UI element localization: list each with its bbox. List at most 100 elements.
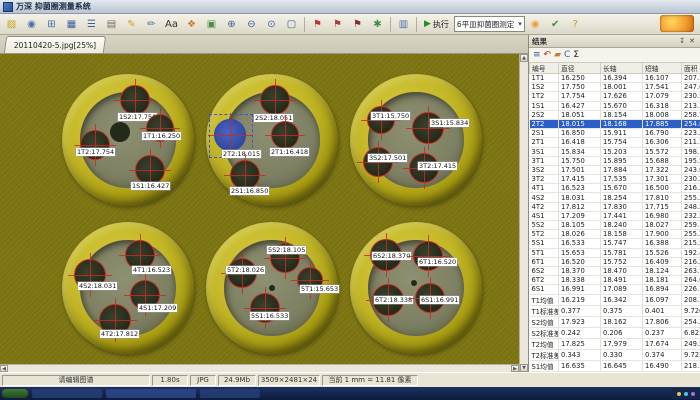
- table-row[interactable]: 4T116.52315.67016.500216.2288: [530, 184, 700, 193]
- system-icon[interactable]: [3, 2, 13, 12]
- zone-label: 4S1:17.209: [138, 304, 177, 312]
- column-header[interactable]: 面积: [682, 63, 700, 74]
- copy-icon[interactable]: ⊞: [42, 15, 61, 34]
- table-cell: 2T2: [530, 119, 559, 128]
- table-cell: 17.322: [643, 165, 682, 174]
- petri-dish-3[interactable]: [350, 74, 482, 206]
- edit-page-icon[interactable]: ✏: [142, 15, 161, 34]
- table-row[interactable]: 6T218.33818.49118.181264.0435: [530, 276, 700, 285]
- save-icon[interactable]: ▦: [62, 15, 81, 34]
- settings-icon[interactable]: ✱: [368, 15, 387, 34]
- tray-icon[interactable]: [691, 392, 695, 396]
- flag-edit-icon[interactable]: ⚑: [328, 15, 347, 34]
- open-icon[interactable]: ▨: [2, 15, 21, 34]
- table-cell: 15.688: [643, 156, 682, 165]
- camera-icon[interactable]: ◉: [22, 15, 41, 34]
- eraser-icon[interactable]: ▰: [554, 50, 561, 60]
- results-table-body: 1T116.25016.39416.107207.19331S217.75018…: [530, 74, 700, 383]
- column-header[interactable]: 短轴: [643, 63, 682, 74]
- bulb-icon[interactable]: ◉: [526, 15, 545, 34]
- sum-icon[interactable]: Σ: [573, 50, 579, 60]
- table-row[interactable]: 6S116.99117.08916.894226.7480: [530, 285, 700, 294]
- tray-icon[interactable]: [677, 392, 681, 396]
- table-row[interactable]: T2均值17.82517.97917.674249.5500: [530, 338, 700, 349]
- table-row[interactable]: 2S116.85015.91116.790223.2040: [530, 129, 700, 138]
- table-row[interactable]: S2均值17.92318.16217.806254.2088: [530, 316, 700, 327]
- column-header[interactable]: 长轴: [601, 63, 643, 74]
- table-row[interactable]: 5T218.02618.15817.900255.2755: [530, 230, 700, 239]
- table-row[interactable]: 4S218.03118.25417.810255.3410: [530, 193, 700, 202]
- zoom-out-icon[interactable]: ⊖: [242, 15, 261, 34]
- table-row[interactable]: 3T115.75015.89515.688195.5831: [530, 156, 700, 165]
- taskbar-item[interactable]: [106, 389, 196, 398]
- table-row[interactable]: 2S218.05118.15418.008258.7375: [530, 110, 700, 119]
- table-row[interactable]: 4T217.81217.83017.715248.2209: [530, 202, 700, 211]
- scroll-up-icon[interactable]: ▲: [520, 54, 528, 62]
- hand-tool-icon[interactable]: ❖: [182, 15, 201, 34]
- table-cell: 216.2457: [682, 257, 700, 266]
- table-row[interactable]: S1均值16.63516.64516.490218.7015: [530, 360, 700, 371]
- table-row[interactable]: 3S217.50117.88417.322243.0256: [530, 165, 700, 174]
- tray-icon[interactable]: [684, 392, 688, 396]
- table-cell: S2均值: [530, 316, 559, 327]
- table-row[interactable]: 1S116.42715.67016.318213.7424: [530, 101, 700, 110]
- table-row[interactable]: 5T115.65315.78115.526192.4277: [530, 248, 700, 257]
- pencil-icon[interactable]: ✎: [122, 15, 141, 34]
- help-icon[interactable]: ?: [566, 15, 585, 34]
- scroll-down-icon[interactable]: ▼: [520, 364, 528, 372]
- pin-icon[interactable]: ↧: [677, 37, 687, 45]
- table-row[interactable]: 2T116.41815.75416.306211.7202: [530, 138, 700, 147]
- table-row[interactable]: T1标准差0.3770.3750.4019.7203: [530, 305, 700, 316]
- image-viewport[interactable]: 1S2:17.7501T1:16.2501T2:17.7541S1:16.427…: [0, 54, 519, 364]
- text-tool-icon[interactable]: Aa: [162, 15, 181, 34]
- table-cell: 192.4277: [682, 248, 700, 257]
- table-row[interactable]: 4S117.20917.44116.980232.5028: [530, 211, 700, 220]
- taskbar-item[interactable]: [200, 389, 260, 398]
- table-cell: 16.980: [643, 211, 682, 220]
- save-all-icon[interactable]: ☰: [82, 15, 101, 34]
- table-row[interactable]: 1S217.75018.00117.541247.0933: [530, 83, 700, 92]
- table-cell: 17.501: [559, 165, 601, 174]
- flag-mark-icon[interactable]: ⚑: [308, 15, 327, 34]
- table-row[interactable]: 1T217.75417.62617.079230.7201: [530, 92, 700, 101]
- table-cell: 16.991: [559, 285, 601, 294]
- image-tool-icon[interactable]: ▣: [202, 15, 221, 34]
- table-cell: 18.027: [643, 221, 682, 230]
- table-row[interactable]: 3S115.83415.20315.572198.1353: [530, 147, 700, 156]
- run-button[interactable]: ▶ 执行: [420, 17, 453, 32]
- column-header[interactable]: 编号: [530, 63, 559, 74]
- print-icon[interactable]: ▤: [102, 15, 121, 34]
- flag-delete-icon[interactable]: ⚑: [348, 15, 367, 34]
- table-row[interactable]: 5S218.10518.24018.027259.7100: [530, 221, 700, 230]
- clear-icon[interactable]: C: [564, 50, 570, 60]
- image-tab[interactable]: 20110420-5.jpg[25%]: [4, 36, 107, 53]
- zoom-1-1-icon[interactable]: ⊙: [262, 15, 281, 34]
- table-row[interactable]: 2T218.01518.16817.885254.0363: [530, 119, 700, 128]
- confirm-icon[interactable]: ✔: [546, 15, 565, 34]
- table-cell: 6S1: [530, 285, 559, 294]
- table-row[interactable]: 1T116.25016.39416.107207.1933: [530, 74, 700, 83]
- vertical-scrollbar[interactable]: ▲ ▼: [519, 54, 528, 372]
- scroll-left-icon[interactable]: ◀: [0, 365, 8, 372]
- table-row[interactable]: 6T116.52015.75216.409216.2457: [530, 257, 700, 266]
- table-row[interactable]: 5S116.53315.74716.388215.5488: [530, 239, 700, 248]
- taskbar-item[interactable]: [32, 389, 102, 398]
- column-header[interactable]: 直径: [559, 63, 601, 74]
- scroll-right-icon[interactable]: ▶: [511, 365, 519, 372]
- table-row[interactable]: T2标准差0.3430.3300.3749.7229: [530, 349, 700, 360]
- petri-dish-6[interactable]: [350, 222, 482, 354]
- table-row[interactable]: S2标准差0.2420.2060.2376.8237: [530, 327, 700, 338]
- zoom-fit-icon[interactable]: ▢: [282, 15, 301, 34]
- horizontal-scrollbar[interactable]: ◀ ▶: [0, 364, 519, 372]
- method-dropdown[interactable]: 6平皿抑菌圈测定 ▾: [454, 16, 525, 32]
- export-results-icon[interactable]: ≡: [533, 50, 541, 60]
- panel-toggle-icon[interactable]: ▥: [394, 15, 413, 34]
- table-row[interactable]: T1均值16.21916.34216.097208.7173: [530, 294, 700, 305]
- zoom-in-icon[interactable]: ⊕: [222, 15, 241, 34]
- undo-icon[interactable]: ↶: [544, 50, 552, 60]
- table-cell: 18.254: [601, 193, 643, 202]
- start-button[interactable]: [2, 389, 28, 398]
- table-row[interactable]: 3T217.41517.53517.301230.2729: [530, 175, 700, 184]
- table-row[interactable]: 6S218.37018.47018.124263.7104: [530, 266, 700, 275]
- close-icon[interactable]: ✕: [687, 37, 697, 45]
